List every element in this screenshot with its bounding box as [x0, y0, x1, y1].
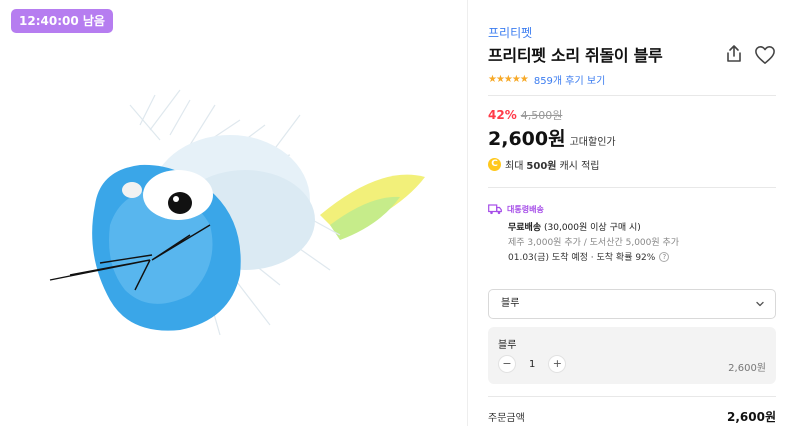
selected-option-price: 2,600원 — [728, 363, 766, 374]
discount-row: 42% 4,500원 — [488, 107, 562, 123]
quantity-increase-button[interactable]: + — [548, 355, 567, 373]
quantity-decrease-button[interactable]: − — [498, 355, 516, 373]
rating-row: ★★★★★ 859개 후기 보기 — [488, 72, 605, 87]
cash-suffix: 캐시 적립 — [559, 161, 600, 172]
truck-icon — [488, 204, 502, 215]
price-label: 고대할인가 — [569, 137, 616, 148]
cash-amount: 500원 — [526, 161, 557, 172]
arrival-estimate-text: 01.03(금) 도착 예정 · 도착 확률 92% — [508, 253, 656, 263]
shipping-type: 대통령배송 — [507, 205, 544, 214]
shipping-extra-fee: 제주 3,000원 추가 / 도서산간 5,000원 추가 — [508, 238, 680, 248]
discount-rate: 42% — [488, 108, 517, 122]
free-shipping-label: 무료배송 — [508, 223, 542, 233]
share-icon[interactable] — [724, 44, 744, 64]
option-select[interactable]: 블루 — [488, 289, 776, 319]
cash-reward-row: C 최대 500원 캐시 적립 — [488, 157, 599, 172]
order-total-price: 2,600원 — [727, 410, 776, 424]
product-title: 프리티펫 소리 쥐돌이 블루 — [488, 46, 663, 65]
help-icon[interactable]: ? — [659, 251, 670, 262]
quantity-stepper: − 1 + — [498, 355, 567, 373]
chevron-down-icon — [756, 301, 764, 307]
option-select-value: 블루 — [501, 298, 520, 309]
cash-prefix: 최대 — [505, 161, 524, 172]
product-image — [49, 89, 425, 336]
coin-icon: C — [488, 158, 501, 171]
arrival-estimate: 01.03(금) 도착 예정 · 도착 확률 92% ? — [508, 250, 670, 263]
divider — [488, 396, 776, 397]
order-total-label: 주문금액 — [488, 413, 525, 424]
free-shipping-info: 무료배송 (30,000원 이상 구매 시) — [508, 220, 641, 233]
shipping-type-row: 대통령배송 — [488, 204, 544, 215]
divider — [488, 187, 776, 188]
brand-link[interactable]: 프리티펫 — [488, 24, 532, 41]
sale-price: 2,600원 — [488, 128, 566, 150]
original-price: 4,500원 — [520, 109, 563, 122]
review-link[interactable]: 859개 후기 보기 — [534, 72, 605, 87]
rating-stars: ★★★★★ — [488, 74, 529, 85]
quantity-value: 1 — [529, 358, 536, 370]
product-info-panel: 프리티펫 프리티펫 소리 쥐돌이 블루 ★★★★★ 859개 후기 보기 42%… — [488, 0, 778, 426]
free-shipping-condition: (30,000원 이상 구매 시) — [544, 223, 641, 233]
price-row: 2,600원 고대할인가 — [488, 124, 616, 151]
order-total-row: 주문금액 2,600원 — [488, 408, 776, 425]
product-image-panel: 12:40:00 남음 — [0, 0, 468, 426]
selected-option-card: 블루 − 1 + 2,600원 — [488, 327, 776, 384]
divider — [488, 95, 776, 96]
sale-timer-badge: 12:40:00 남음 — [11, 9, 113, 33]
selected-option-name: 블루 — [498, 340, 517, 351]
heart-icon[interactable] — [754, 45, 776, 65]
